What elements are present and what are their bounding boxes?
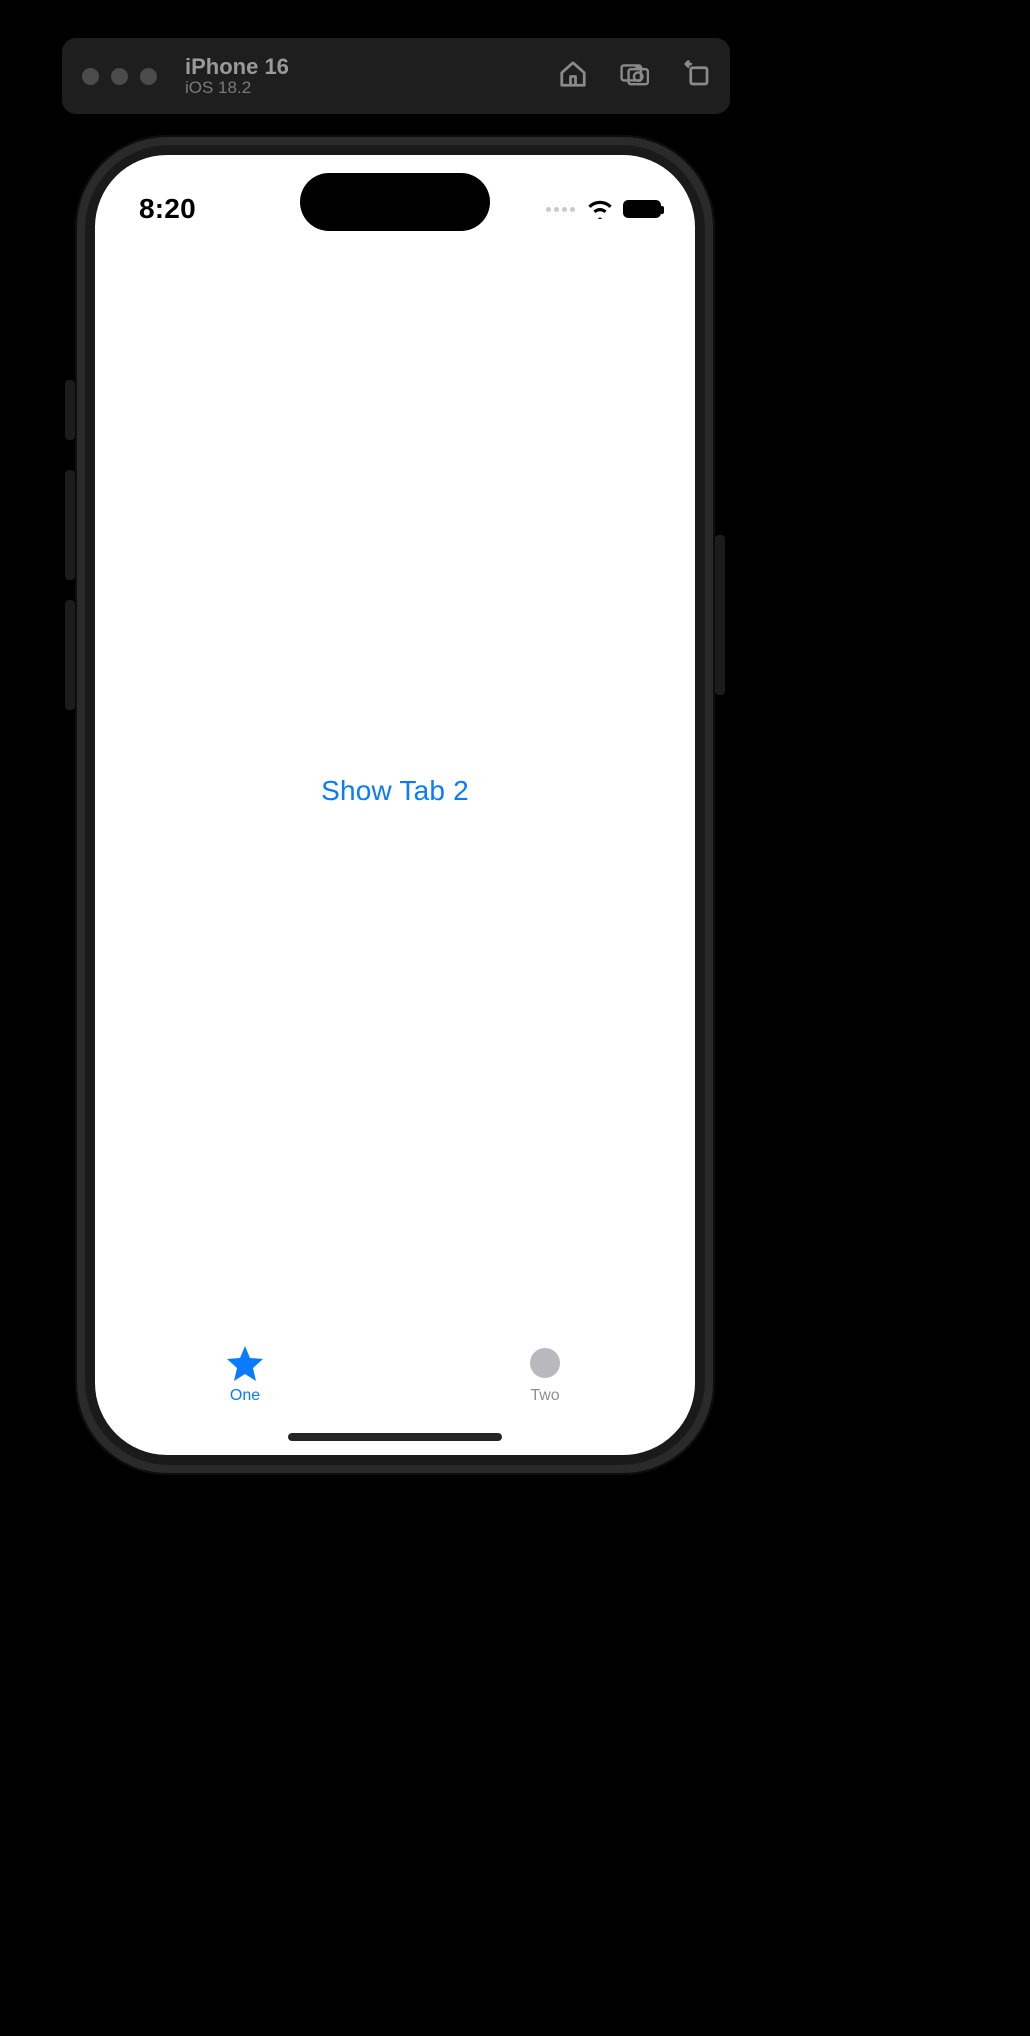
- window-close-button[interactable]: [82, 68, 99, 85]
- battery-icon: [623, 200, 661, 218]
- dynamic-island: [300, 173, 490, 231]
- simulator-device-info: iPhone 16 iOS 18.2: [185, 55, 289, 98]
- device-frame: 8:20 Show Tab 2: [75, 135, 715, 1475]
- window-minimize-button[interactable]: [111, 68, 128, 85]
- device-screen: 8:20 Show Tab 2: [95, 155, 695, 1455]
- status-time: 8:20: [139, 193, 196, 225]
- window-traffic-lights: [82, 68, 157, 85]
- simulator-os-version: iOS 18.2: [185, 79, 289, 98]
- simulator-device-name: iPhone 16: [185, 55, 289, 79]
- screenshot-icon[interactable]: [620, 59, 650, 94]
- side-button-action: [65, 380, 75, 440]
- cellular-icon: [546, 207, 575, 212]
- home-indicator[interactable]: [288, 1433, 502, 1441]
- rotate-icon[interactable]: [682, 59, 712, 94]
- placeholder-circle-icon: [525, 1343, 565, 1383]
- star-icon: [225, 1343, 265, 1383]
- tab-one-label: One: [230, 1387, 260, 1405]
- simulator-actions: [558, 59, 712, 94]
- status-indicators: [546, 199, 661, 219]
- side-button-volume-up: [65, 470, 75, 580]
- side-button-volume-down: [65, 600, 75, 710]
- tab-two[interactable]: Two: [395, 1337, 695, 1427]
- wifi-icon: [587, 199, 613, 219]
- simulator-titlebar: iPhone 16 iOS 18.2: [62, 38, 730, 114]
- main-content: Show Tab 2: [95, 245, 695, 1337]
- window-zoom-button[interactable]: [140, 68, 157, 85]
- side-button-power: [715, 535, 725, 695]
- tab-one[interactable]: One: [95, 1337, 395, 1427]
- show-tab-2-button[interactable]: Show Tab 2: [307, 767, 483, 815]
- tab-two-label: Two: [530, 1387, 559, 1405]
- home-icon[interactable]: [558, 59, 588, 94]
